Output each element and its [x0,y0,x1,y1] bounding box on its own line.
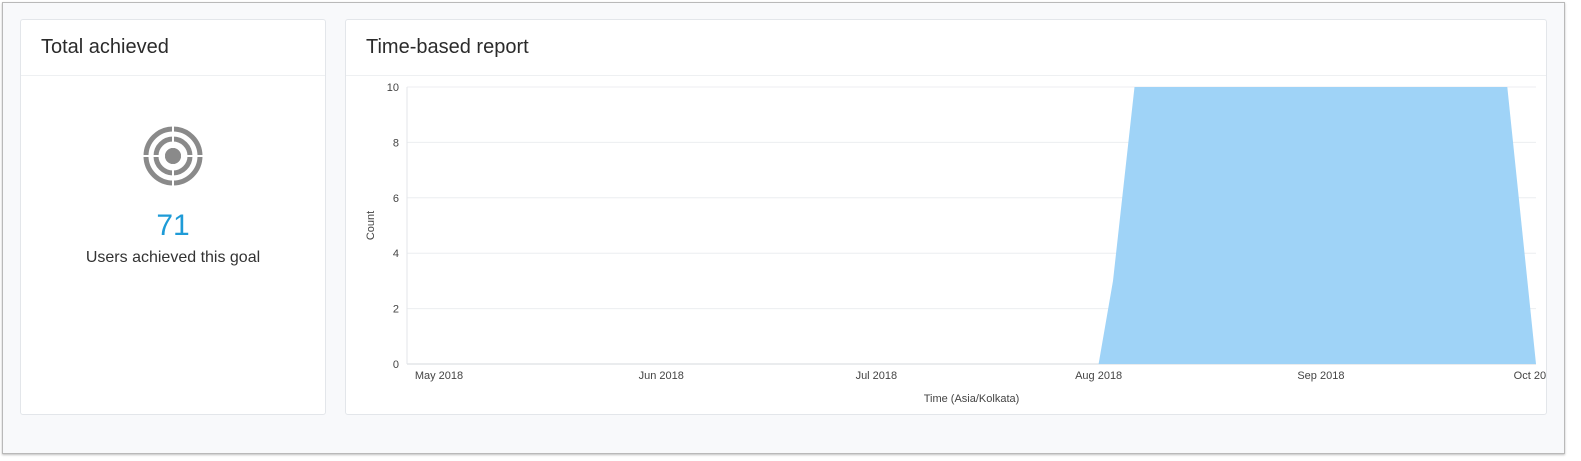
x-tick-label: Oct 2018 [1514,370,1546,382]
total-achieved-card: Total achieved 71 Users achieved this go… [20,19,326,415]
dashboard-frame: Total achieved 71 Users achieved this go… [2,2,1565,454]
goal-caption: Users achieved this goal [85,249,261,266]
y-tick-label: 10 [387,82,399,94]
x-tick-label: Aug 2018 [1075,370,1122,382]
y-tick-label: 8 [393,137,399,149]
time-based-report-card: Time-based report 0 2 4 6 8 10 May 2018 Jun 201… [345,19,1547,415]
y-axis-title: Count [365,211,377,240]
y-tick-label: 0 [393,359,399,371]
x-tick-label: May 2018 [415,370,463,382]
time-based-chart: 0 2 4 6 8 10 May 2018 Jun 2018 Jul 2018 Aug 2018 S… [365,82,1546,405]
x-tick-label: Jun 2018 [639,370,684,382]
total-achieved-title: Total achieved [21,20,325,76]
y-tick-label: 6 [393,193,399,205]
count-area [1098,87,1536,364]
y-tick-label: 4 [393,248,399,260]
x-axis-title: Time (Asia/Kolkata) [924,393,1020,405]
x-tick-label: Sep 2018 [1297,370,1344,382]
time-based-report-title: Time-based report [346,20,1546,76]
goal-count: 71 [156,209,190,242]
target-icon [143,126,203,191]
goal-summary: 71 Users achieved this goal [21,76,325,267]
x-tick-label: Jul 2018 [856,370,898,382]
y-tick-label: 2 [393,304,399,316]
